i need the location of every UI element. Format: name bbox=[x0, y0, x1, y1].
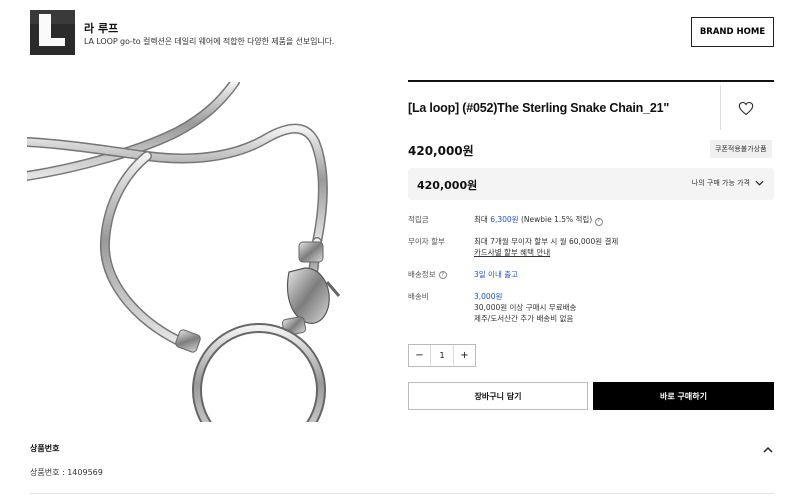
product-price: 420,000원 bbox=[408, 144, 474, 158]
buy-now-button[interactable]: 바로 구매하기 bbox=[593, 382, 774, 410]
shipping-fee-value: 3,000원 30,000원 이상 구매시 무료배송 제주/도서산간 추가 배송… bbox=[474, 292, 577, 323]
shipping-fee-label: 배송비 bbox=[408, 292, 429, 301]
quantity-value[interactable]: 1 bbox=[431, 345, 453, 366]
title-divider bbox=[720, 85, 721, 130]
product-number-value: 상품번호 : 1409569 bbox=[30, 468, 103, 477]
points-label: 적립금 bbox=[408, 215, 429, 224]
add-to-cart-button[interactable]: 장바구니 담기 bbox=[408, 382, 588, 410]
brand-description: LA LOOP go-to 컬렉션은 데일리 웨어에 적합한 다양한 제품을 선… bbox=[84, 37, 335, 46]
title-row: [La loop] (#052)The Sterling Snake Chain… bbox=[408, 82, 774, 134]
installment-label: 무이자 할부 bbox=[408, 237, 445, 246]
coupon-badge: 쿠폰적용불가상품 bbox=[710, 140, 772, 158]
installment-value: 최대 7개월 무이자 할부 시 월 60,000원 결제 카드사별 할부 혜택 … bbox=[474, 237, 619, 258]
help-icon[interactable]: ? bbox=[438, 270, 447, 279]
shipping-info-value: 3일 이내 출고 bbox=[474, 270, 519, 279]
product-image bbox=[27, 82, 341, 422]
heart-icon bbox=[738, 101, 754, 115]
brand-header: 라 루프 LA LOOP go-to 컬렉션은 데일리 웨어에 적합한 다양한 … bbox=[30, 10, 774, 56]
wishlist-button[interactable] bbox=[736, 98, 756, 118]
brand-name[interactable]: 라 루프 bbox=[84, 20, 118, 36]
my-price-toggle-label: 나의 구매 가능 가격 bbox=[691, 179, 750, 187]
my-price-toggle[interactable]: 나의 구매 가능 가격 bbox=[692, 178, 764, 188]
chevron-down-icon bbox=[755, 180, 764, 186]
my-price-box: 420,000원 나의 구매 가능 가격 bbox=[408, 168, 774, 200]
help-icon[interactable]: ? bbox=[594, 217, 603, 226]
installment-card-link[interactable]: 카드사별 할부 혜택 안내 bbox=[474, 247, 618, 258]
shipping-info-label: 배송정보 ? bbox=[408, 269, 447, 280]
product-title: [La loop] (#052)The Sterling Snake Chain… bbox=[408, 101, 670, 115]
brand-logo[interactable] bbox=[30, 10, 75, 55]
quantity-plus-button[interactable]: + bbox=[453, 345, 475, 366]
product-number-toggle[interactable] bbox=[762, 441, 774, 453]
my-price: 420,000원 bbox=[417, 179, 478, 192]
quantity-minus-button[interactable]: − bbox=[409, 345, 431, 366]
points-amount: 6,300원 bbox=[490, 215, 519, 224]
chevron-up-icon bbox=[763, 446, 773, 453]
product-number-title[interactable]: 상품번호 bbox=[30, 443, 59, 454]
quantity-stepper: − 1 + bbox=[408, 344, 476, 367]
brand-home-button[interactable]: BRAND HOME bbox=[691, 17, 774, 47]
section-divider bbox=[30, 493, 774, 494]
points-value: 최대 6,300원 (Newbie 1.5% 적립) ? bbox=[474, 214, 603, 226]
